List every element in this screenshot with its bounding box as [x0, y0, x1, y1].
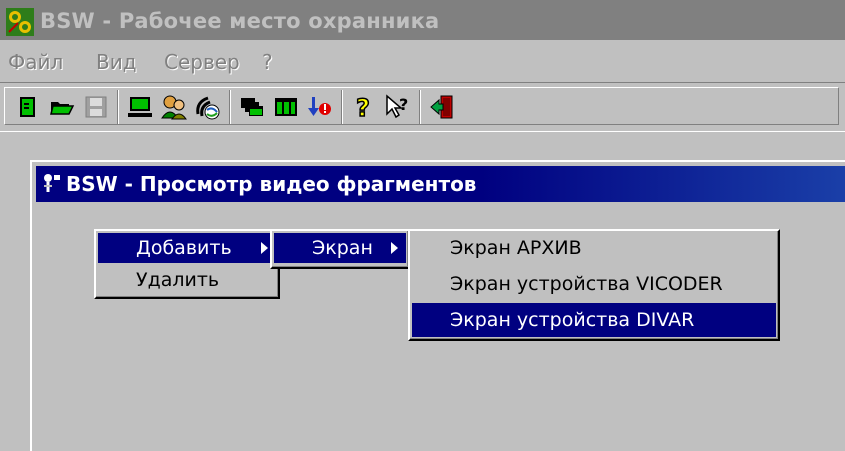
- toolbar-separator: [419, 90, 421, 124]
- video-camera-icon: [44, 174, 60, 192]
- svg-text:?: ?: [399, 95, 408, 114]
- cascade-windows-icon[interactable]: [237, 92, 267, 122]
- menu-item-screen-label: Экран: [312, 237, 373, 259]
- svg-text:?: ?: [356, 94, 370, 120]
- menu-item-screen-archive-label: Экран АРХИВ: [450, 237, 582, 259]
- menu-item-delete-label: Удалить: [136, 269, 220, 291]
- save-icon[interactable]: [81, 92, 111, 122]
- help-icon[interactable]: ?: [349, 92, 379, 122]
- menu-file[interactable]: Файл: [8, 50, 63, 74]
- alarm-icon[interactable]: [305, 92, 335, 122]
- menu-server[interactable]: Сервер: [164, 50, 240, 74]
- menu-item-screen-divar[interactable]: Экран устройства DIVAR: [412, 303, 776, 337]
- menu-item-screen-archive[interactable]: Экран АРХИВ: [412, 233, 776, 263]
- toolbar-separator: [117, 90, 119, 124]
- menu-item-screen-vicoder-label: Экран устройства VICODER: [450, 273, 723, 295]
- new-icon[interactable]: [13, 92, 43, 122]
- context-help-icon[interactable]: ?: [383, 92, 413, 122]
- menu-help[interactable]: ?: [262, 50, 273, 74]
- submenu-screen: Экран: [270, 229, 410, 269]
- open-icon[interactable]: [47, 92, 77, 122]
- tile-windows-icon[interactable]: [271, 92, 301, 122]
- context-menu: Добавить Удалить: [94, 229, 280, 299]
- satellite-icon[interactable]: [193, 92, 223, 122]
- submenu-screen-types: Экран АРХИВ Экран устройства VICODER Экр…: [408, 229, 780, 341]
- main-title-bar: BSW - Рабочее место охранника: [0, 0, 845, 40]
- menu-item-screen-vicoder[interactable]: Экран устройства VICODER: [412, 269, 776, 299]
- menu-bar: Файл Вид Сервер ?: [0, 40, 845, 78]
- main-window-title: BSW - Рабочее место охранника: [40, 9, 440, 33]
- users-icon[interactable]: [159, 92, 189, 122]
- toolbar-panel: ? ?: [4, 87, 839, 125]
- app-logo-icon: [6, 8, 34, 36]
- exit-icon[interactable]: [427, 92, 457, 122]
- menu-item-add[interactable]: Добавить: [98, 233, 276, 263]
- submenu-arrow-icon: [391, 242, 398, 254]
- submenu-arrow-icon: [261, 242, 268, 254]
- menu-view[interactable]: Вид: [96, 50, 137, 74]
- toolbar-separator: [341, 90, 343, 124]
- toolbar-separator: [229, 90, 231, 124]
- child-title-bar: BSW - Просмотр видео фрагментов: [36, 166, 845, 202]
- menu-item-delete[interactable]: Удалить: [98, 265, 276, 295]
- computer-icon[interactable]: [125, 92, 155, 122]
- toolbar: ? ?: [0, 82, 845, 132]
- menu-item-add-label: Добавить: [136, 237, 232, 259]
- child-window-title: BSW - Просмотр видео фрагментов: [66, 172, 477, 196]
- menu-item-screen[interactable]: Экран: [274, 233, 406, 263]
- menu-item-screen-divar-label: Экран устройства DIVAR: [450, 309, 695, 331]
